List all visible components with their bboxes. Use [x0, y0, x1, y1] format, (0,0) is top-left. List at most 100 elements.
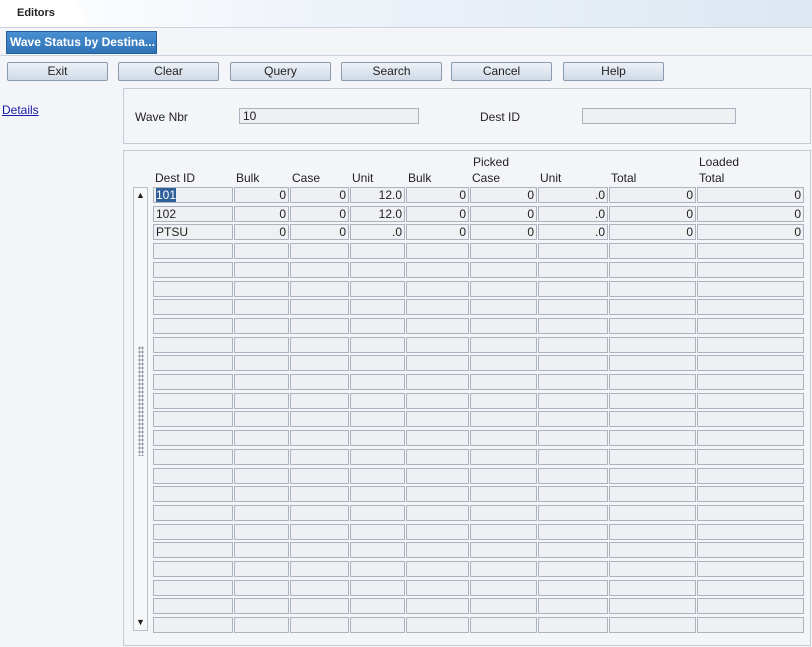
- table-cell-picked-total[interactable]: [609, 561, 696, 577]
- table-cell-picked-bulk[interactable]: [406, 598, 469, 615]
- table-cell-dest-id[interactable]: [153, 579, 233, 596]
- table-cell-loaded-total[interactable]: 0: [697, 205, 804, 222]
- table-cell-loaded-total[interactable]: 0: [697, 187, 804, 203]
- table-cell-picked-unit[interactable]: [538, 261, 608, 278]
- table-cell-picked-bulk[interactable]: [406, 448, 469, 465]
- table-cell-picked-bulk[interactable]: [406, 542, 469, 559]
- table-cell-dest-id[interactable]: [153, 598, 233, 615]
- table-cell-unit[interactable]: [350, 411, 405, 428]
- table-cell-picked-case[interactable]: [470, 561, 537, 577]
- table-cell-loaded-total[interactable]: [697, 243, 804, 260]
- table-cell-dest-id[interactable]: [153, 355, 233, 372]
- table-cell-picked-unit[interactable]: [538, 598, 608, 615]
- table-cell-picked-unit[interactable]: [538, 392, 608, 409]
- table-cell-case[interactable]: [290, 374, 349, 390]
- table-cell-picked-total[interactable]: [609, 523, 696, 540]
- table-cell-picked-case[interactable]: [470, 523, 537, 540]
- table-cell-picked-bulk[interactable]: [406, 486, 469, 503]
- table-cell-unit[interactable]: [350, 261, 405, 278]
- table-cell-bulk[interactable]: [234, 430, 289, 447]
- table-cell-loaded-total[interactable]: [697, 430, 804, 447]
- table-cell-bulk[interactable]: [234, 317, 289, 334]
- table-cell-picked-unit[interactable]: [538, 411, 608, 428]
- table-cell-case[interactable]: [290, 392, 349, 409]
- table-cell-picked-total[interactable]: 0: [609, 205, 696, 222]
- table-cell-picked-total[interactable]: [609, 617, 696, 634]
- table-cell-picked-total[interactable]: [609, 448, 696, 465]
- table-cell-unit[interactable]: [350, 617, 405, 634]
- table-cell-picked-unit[interactable]: [538, 336, 608, 353]
- table-cell-case[interactable]: [290, 261, 349, 278]
- table-cell-picked-unit[interactable]: [538, 467, 608, 484]
- table-cell-case[interactable]: [290, 467, 349, 484]
- table-cell-unit[interactable]: [350, 374, 405, 390]
- table-cell-unit[interactable]: [350, 561, 405, 577]
- table-cell-bulk[interactable]: [234, 598, 289, 615]
- table-cell-picked-unit[interactable]: [538, 486, 608, 503]
- table-cell-case[interactable]: [290, 598, 349, 615]
- table-cell-picked-unit[interactable]: [538, 579, 608, 596]
- table-cell-case[interactable]: 0: [290, 224, 349, 241]
- table-cell-picked-unit[interactable]: [538, 243, 608, 260]
- table-cell-picked-bulk[interactable]: [406, 579, 469, 596]
- table-cell-unit[interactable]: 12.0: [350, 205, 405, 222]
- table-cell-case[interactable]: [290, 243, 349, 260]
- table-cell-dest-id[interactable]: [153, 430, 233, 447]
- table-cell-bulk[interactable]: [234, 392, 289, 409]
- table-cell-loaded-total[interactable]: [697, 374, 804, 390]
- table-cell-unit[interactable]: [350, 467, 405, 484]
- table-cell-picked-bulk[interactable]: [406, 317, 469, 334]
- table-cell-picked-case[interactable]: [470, 430, 537, 447]
- table-cell-loaded-total[interactable]: [697, 523, 804, 540]
- scroll-up-icon[interactable]: ▲: [134, 188, 147, 203]
- table-cell-loaded-total[interactable]: [697, 617, 804, 634]
- scroll-down-icon[interactable]: ▼: [134, 615, 147, 630]
- table-cell-bulk[interactable]: [234, 523, 289, 540]
- table-cell-picked-unit[interactable]: [538, 617, 608, 634]
- table-cell-picked-case[interactable]: [470, 448, 537, 465]
- table-cell-picked-case[interactable]: [470, 336, 537, 353]
- table-cell-loaded-total[interactable]: [697, 336, 804, 353]
- table-cell-dest-id[interactable]: [153, 542, 233, 559]
- table-cell-case[interactable]: [290, 317, 349, 334]
- table-cell-dest-id[interactable]: [153, 392, 233, 409]
- table-cell-unit[interactable]: [350, 392, 405, 409]
- table-cell-bulk[interactable]: [234, 504, 289, 521]
- table-cell-unit[interactable]: [350, 542, 405, 559]
- table-cell-picked-bulk[interactable]: 0: [406, 224, 469, 241]
- table-cell-picked-bulk[interactable]: [406, 280, 469, 297]
- table-cell-picked-total[interactable]: [609, 374, 696, 390]
- scroll-grip-icon[interactable]: [138, 346, 144, 456]
- table-cell-picked-unit[interactable]: [538, 355, 608, 372]
- query-button[interactable]: Query: [230, 62, 331, 81]
- table-cell-picked-bulk[interactable]: [406, 392, 469, 409]
- table-cell-loaded-total[interactable]: [697, 261, 804, 278]
- table-cell-picked-case[interactable]: [470, 411, 537, 428]
- table-cell-loaded-total[interactable]: [697, 280, 804, 297]
- table-cell-bulk[interactable]: [234, 542, 289, 559]
- table-cell-unit[interactable]: [350, 504, 405, 521]
- table-cell-picked-bulk[interactable]: [406, 467, 469, 484]
- table-cell-bulk[interactable]: [234, 336, 289, 353]
- table-cell-case[interactable]: [290, 523, 349, 540]
- table-cell-picked-case[interactable]: [470, 355, 537, 372]
- table-cell-picked-total[interactable]: [609, 280, 696, 297]
- table-cell-bulk[interactable]: 0: [234, 224, 289, 241]
- table-cell-unit[interactable]: [350, 430, 405, 447]
- table-cell-bulk[interactable]: [234, 411, 289, 428]
- table-cell-dest-id[interactable]: [153, 486, 233, 503]
- table-cell-dest-id[interactable]: [153, 448, 233, 465]
- table-cell-loaded-total[interactable]: [697, 486, 804, 503]
- table-cell-loaded-total[interactable]: [697, 392, 804, 409]
- table-cell-bulk[interactable]: [234, 243, 289, 260]
- table-cell-picked-unit[interactable]: [538, 523, 608, 540]
- table-cell-case[interactable]: [290, 411, 349, 428]
- table-cell-loaded-total[interactable]: [697, 355, 804, 372]
- table-cell-case[interactable]: [290, 561, 349, 577]
- editors-tab[interactable]: Editors: [0, 0, 90, 27]
- dest-id-input[interactable]: [582, 108, 736, 124]
- table-cell-bulk[interactable]: [234, 579, 289, 596]
- table-cell-picked-case[interactable]: [470, 542, 537, 559]
- table-cell-picked-total[interactable]: [609, 542, 696, 559]
- table-cell-picked-unit[interactable]: .0: [538, 187, 608, 203]
